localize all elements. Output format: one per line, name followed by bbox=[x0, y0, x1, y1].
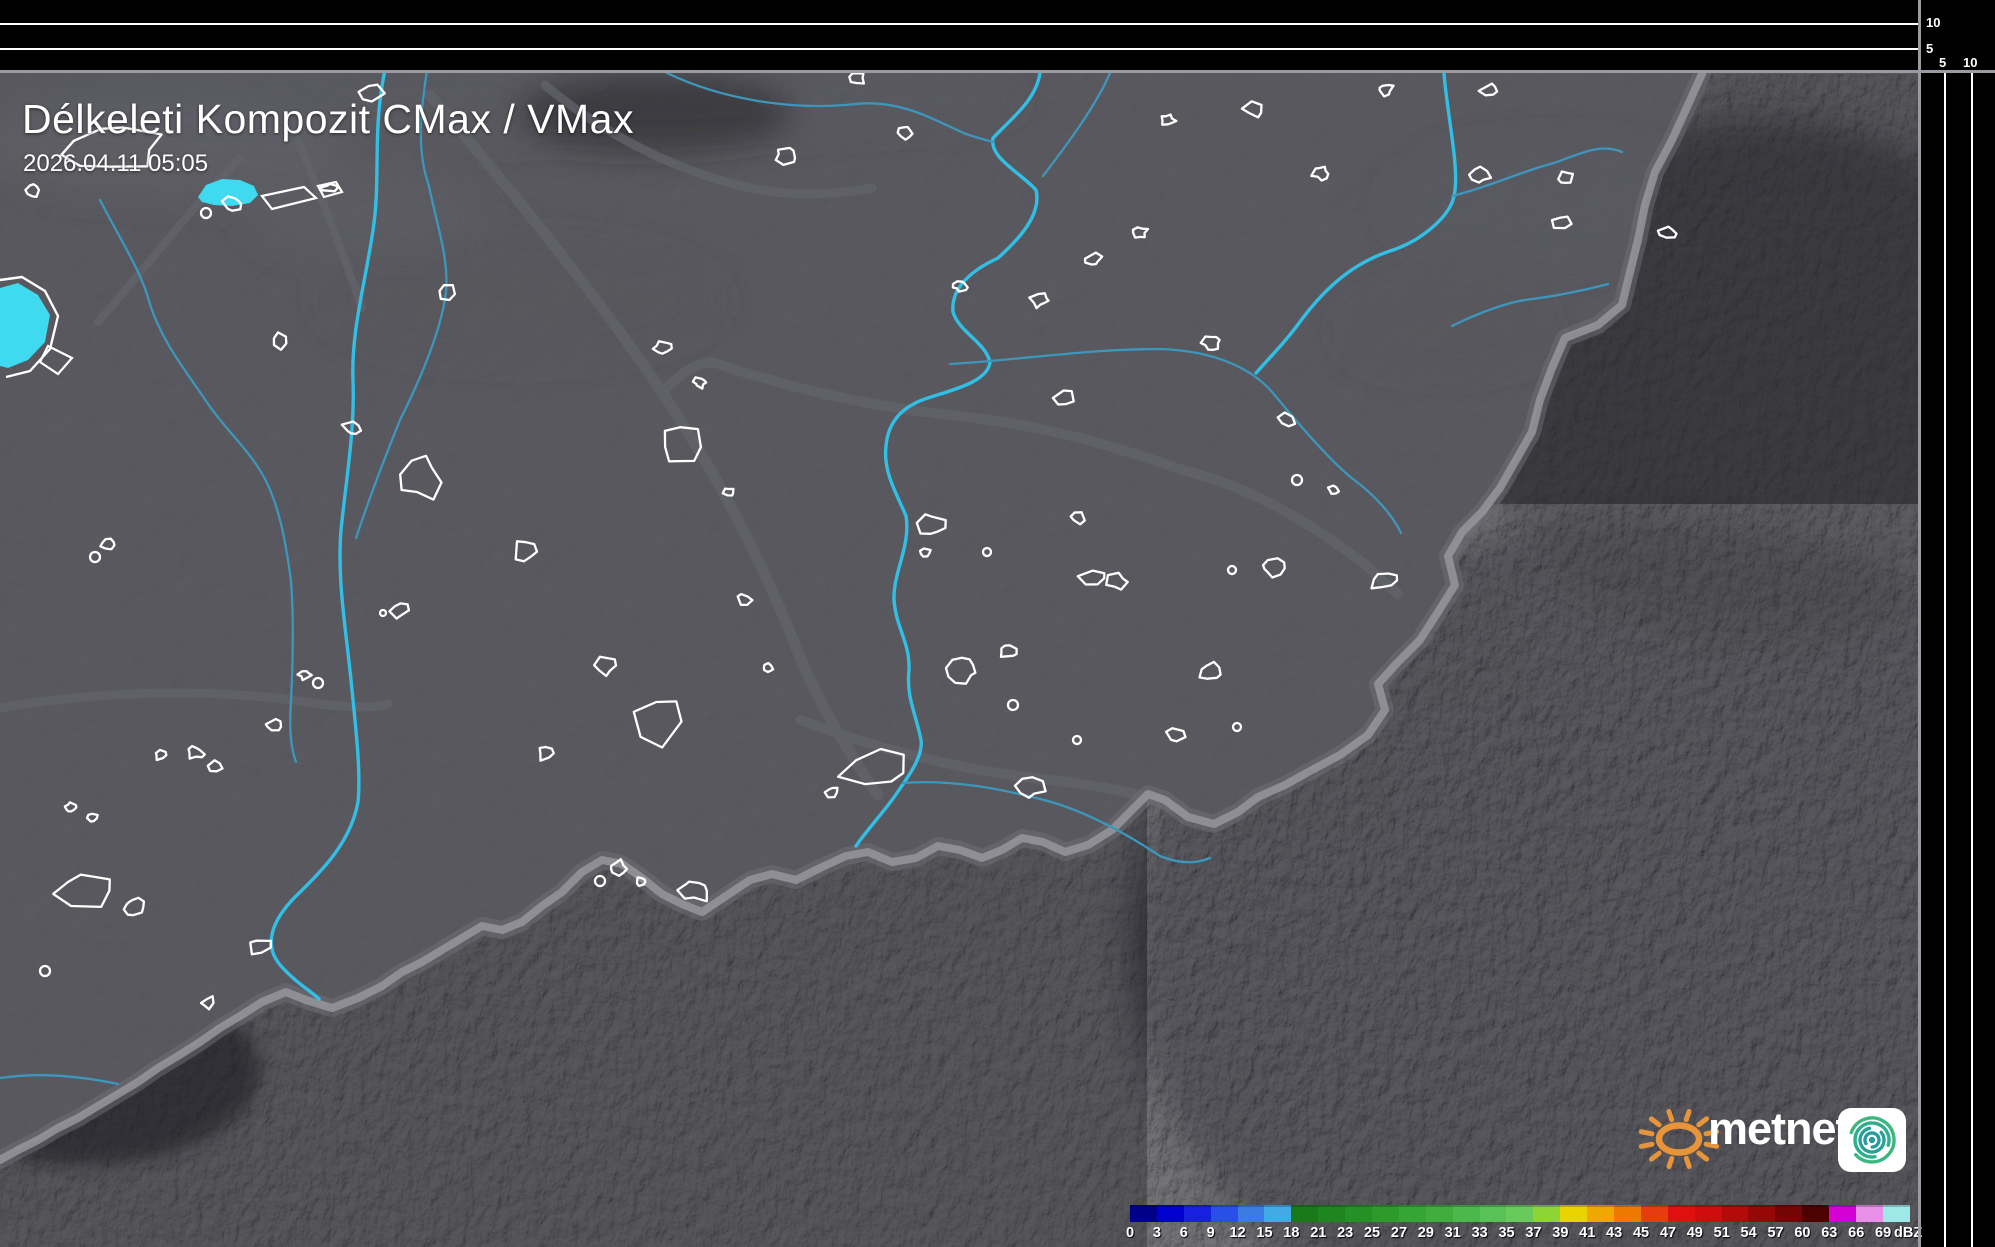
scale-tick-label: 63 bbox=[1821, 1225, 1837, 1241]
reflectivity-scale: 0369121518212325272931333537394143454749… bbox=[1130, 1205, 1910, 1245]
scale-tick-label: 35 bbox=[1498, 1225, 1514, 1241]
scale-segment bbox=[1533, 1205, 1560, 1222]
height-gridline-5km-right bbox=[1944, 72, 1946, 1247]
scale-tick-label: 54 bbox=[1741, 1225, 1757, 1241]
height-gridline-10km-top bbox=[0, 23, 1918, 25]
reflectivity-scale-segments bbox=[1130, 1205, 1910, 1222]
scale-segment bbox=[1506, 1205, 1533, 1222]
scale-tick-label: 6 bbox=[1180, 1225, 1188, 1241]
scale-segment bbox=[1264, 1205, 1291, 1222]
scale-tick-label: 27 bbox=[1391, 1225, 1407, 1241]
height-gridline-5km-top bbox=[0, 48, 1918, 50]
scale-tick-label: 45 bbox=[1633, 1225, 1649, 1241]
scale-segment bbox=[1883, 1205, 1910, 1222]
scale-tick-label: 9 bbox=[1207, 1225, 1215, 1241]
height-label-5-top: 5 bbox=[1926, 41, 1933, 56]
scale-tick-label: 60 bbox=[1794, 1225, 1810, 1241]
scale-segment bbox=[1748, 1205, 1775, 1222]
height-label-10-right: 10 bbox=[1963, 55, 1977, 70]
scale-tick-label: 57 bbox=[1767, 1225, 1783, 1241]
scale-segment bbox=[1668, 1205, 1695, 1222]
scale-segment bbox=[1372, 1205, 1399, 1222]
scale-tick-label: 69 bbox=[1875, 1225, 1891, 1241]
scale-segment bbox=[1211, 1205, 1238, 1222]
scale-tick-label: 29 bbox=[1418, 1225, 1434, 1241]
scale-segment bbox=[1560, 1205, 1587, 1222]
scale-tick-label: 0 bbox=[1126, 1225, 1134, 1241]
scale-tick-label: 41 bbox=[1579, 1225, 1595, 1241]
scale-tick-label: 66 bbox=[1848, 1225, 1864, 1241]
height-scale-top bbox=[0, 0, 1995, 72]
scale-tick-label: 39 bbox=[1552, 1225, 1568, 1241]
scale-segment bbox=[1426, 1205, 1453, 1222]
height-scale-right bbox=[1920, 0, 1995, 1247]
scale-segment bbox=[1480, 1205, 1507, 1222]
height-label-5-right: 5 bbox=[1939, 55, 1946, 70]
scale-tick-label: 21 bbox=[1310, 1225, 1326, 1241]
scale-segment bbox=[1453, 1205, 1480, 1222]
scale-tick-label: 25 bbox=[1364, 1225, 1380, 1241]
scale-segment bbox=[1587, 1205, 1614, 1222]
scale-tick-label: 43 bbox=[1606, 1225, 1622, 1241]
scale-segment bbox=[1238, 1205, 1265, 1222]
map-frame-horizontal bbox=[0, 70, 1995, 73]
scale-tick-label: 37 bbox=[1525, 1225, 1541, 1241]
height-gridline-10km-right bbox=[1971, 72, 1973, 1247]
scale-tick-label: 51 bbox=[1714, 1225, 1730, 1241]
scale-tick-label: 12 bbox=[1230, 1225, 1246, 1241]
scale-segment bbox=[1130, 1205, 1157, 1222]
scale-segment bbox=[1157, 1205, 1184, 1222]
scale-segment bbox=[1775, 1205, 1802, 1222]
scale-segment bbox=[1829, 1205, 1856, 1222]
scale-segment bbox=[1802, 1205, 1829, 1222]
product-title: Délkeleti Kompozit CMax / VMax bbox=[22, 96, 634, 143]
scale-segment bbox=[1641, 1205, 1668, 1222]
scale-segment bbox=[1614, 1205, 1641, 1222]
scale-tick-label: 3 bbox=[1153, 1225, 1161, 1241]
scale-tick-label: 33 bbox=[1472, 1225, 1488, 1241]
radar-viewer: { "header": { "title": "Délkeleti Kompoz… bbox=[0, 0, 1995, 1247]
scale-segment bbox=[1399, 1205, 1426, 1222]
scale-tick-label: 18 bbox=[1283, 1225, 1299, 1241]
scale-tick-label: 47 bbox=[1660, 1225, 1676, 1241]
scale-segment bbox=[1695, 1205, 1722, 1222]
scale-segment bbox=[1345, 1205, 1372, 1222]
metnet-logo: metnet bbox=[1630, 1095, 1920, 1185]
sun-icon bbox=[1641, 1111, 1716, 1166]
height-label-10-top: 10 bbox=[1926, 15, 1940, 30]
scale-segment bbox=[1722, 1205, 1749, 1222]
scale-tick-label: 23 bbox=[1337, 1225, 1353, 1241]
map-frame-vertical bbox=[1918, 0, 1921, 1247]
scale-segment bbox=[1184, 1205, 1211, 1222]
scale-tick-label: 49 bbox=[1687, 1225, 1703, 1241]
radar-map bbox=[0, 72, 1920, 1247]
scale-tick-label: 15 bbox=[1256, 1225, 1272, 1241]
scale-segment bbox=[1856, 1205, 1883, 1222]
scale-segment bbox=[1318, 1205, 1345, 1222]
scale-segment bbox=[1291, 1205, 1318, 1222]
logo-text: metnet bbox=[1708, 1103, 1850, 1155]
product-timestamp: 2026.04.11 05:05 bbox=[23, 150, 208, 178]
scale-tick-label: 31 bbox=[1445, 1225, 1461, 1241]
